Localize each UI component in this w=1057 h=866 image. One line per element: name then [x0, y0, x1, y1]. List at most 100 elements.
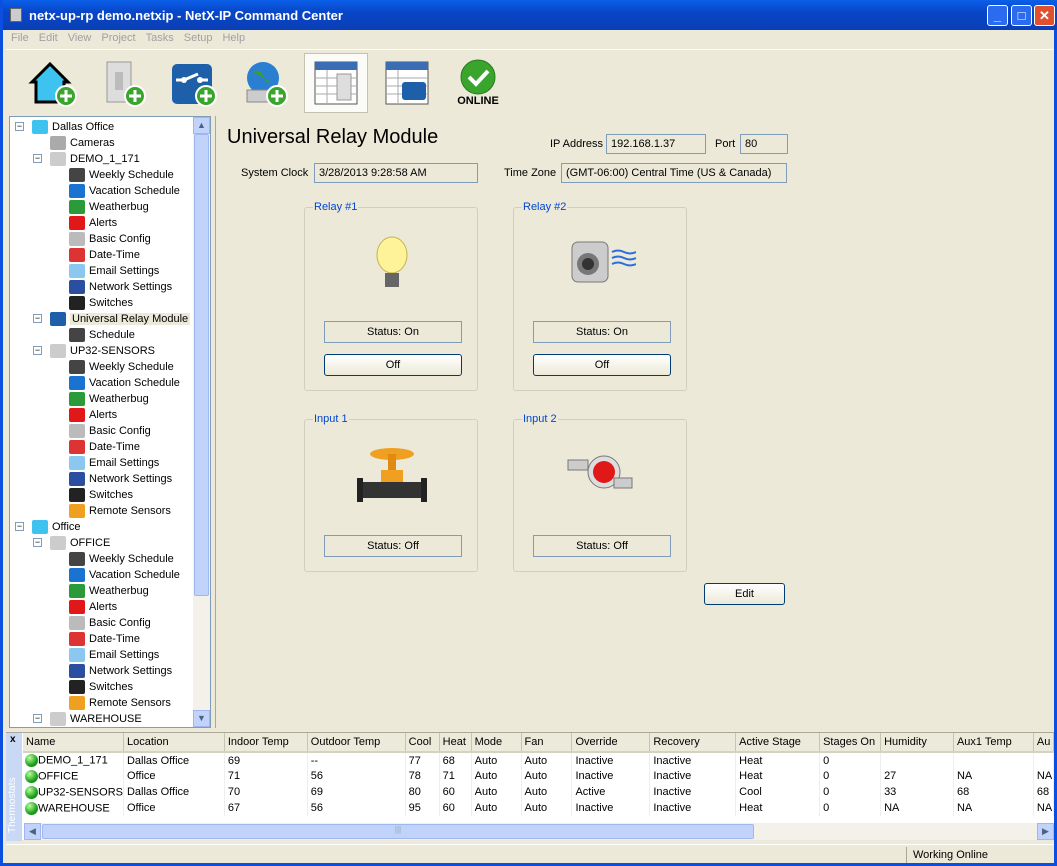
add-relay-button[interactable] [162, 53, 226, 113]
tree-item-cameras[interactable]: Cameras [50, 135, 115, 151]
tree-item-weatherbug[interactable]: Weatherbug [69, 583, 149, 599]
tree-item-weekly-schedule[interactable]: Weekly Schedule [69, 167, 174, 183]
tree-item-weekly-schedule[interactable]: Weekly Schedule [69, 551, 174, 567]
tree-item-weatherbug[interactable]: Weatherbug [69, 199, 149, 215]
switches-icon [69, 296, 85, 311]
add-network-button[interactable] [233, 53, 297, 113]
column-header-humidity[interactable]: Humidity [880, 733, 954, 753]
column-header-mode[interactable]: Mode [471, 733, 522, 753]
collapse-toggle[interactable]: − [33, 154, 42, 163]
scroll-up-button[interactable]: ▲ [193, 117, 210, 134]
tree-item-date-time[interactable]: Date-Time [69, 247, 140, 263]
collapse-toggle[interactable]: − [15, 522, 24, 531]
tree-item-vacation-schedule[interactable]: Vacation Schedule [69, 375, 180, 391]
close-button[interactable]: ✕ [1034, 5, 1055, 26]
tree-item-alerts[interactable]: Alerts [69, 407, 117, 423]
table-row[interactable]: UP32-SENSORS Dallas Office 70 69 80 60 Auto Aut… [23, 784, 1055, 800]
tree-item-vacation-schedule[interactable]: Vacation Schedule [69, 183, 180, 199]
tree-item-network-settings[interactable]: Network Settings [69, 279, 172, 295]
column-header-name[interactable]: Name [23, 733, 124, 753]
column-header-cool[interactable]: Cool [405, 733, 440, 753]
scroll-left-button[interactable]: ◀ [24, 823, 41, 840]
thermostats-side-tab[interactable]: x Thermostats [6, 733, 22, 841]
tree-item-email-settings[interactable]: Email Settings [69, 263, 159, 279]
grid-horizontal-scrollbar[interactable]: ◀ ||| ▶ [24, 823, 1054, 840]
column-header-outdoor-temp[interactable]: Outdoor Temp [307, 733, 406, 753]
column-header-fan[interactable]: Fan [521, 733, 573, 753]
column-header-indoor-temp[interactable]: Indoor Temp [224, 733, 308, 753]
tree-item-weatherbug[interactable]: Weatherbug [69, 391, 149, 407]
table-row[interactable]: OFFICE Office 71 56 78 71 Auto Auto Inactive Inac… [23, 768, 1055, 784]
tree-item-switches[interactable]: Switches [69, 295, 133, 311]
collapse-toggle[interactable]: − [15, 122, 24, 131]
relay-2-off-button[interactable]: Off [533, 354, 671, 376]
column-header-location[interactable]: Location [123, 733, 225, 753]
relay-1-off-button[interactable]: Off [324, 354, 462, 376]
column-header-recovery[interactable]: Recovery [649, 733, 737, 753]
tree-item-network-settings[interactable]: Network Settings [69, 663, 172, 679]
edit-button[interactable]: Edit [704, 583, 785, 605]
close-panel-button[interactable]: x [10, 734, 16, 745]
tree-item-dallas-office[interactable]: Dallas Office [32, 119, 114, 135]
collapse-toggle[interactable]: − [33, 314, 42, 323]
relay-view-button[interactable] [375, 53, 439, 113]
time-zone-field[interactable]: (GMT-06:00) Central Time (US & Canada) [561, 163, 787, 183]
tree-item-warehouse[interactable]: WAREHOUSE [50, 711, 142, 727]
column-header-active-stage[interactable]: Active Stage [735, 733, 821, 753]
tree-item-weekly-schedule[interactable]: Weekly Schedule [69, 359, 174, 375]
tree-item-label: Remote Sensors [89, 697, 171, 709]
tree-item-alerts[interactable]: Alerts [69, 215, 117, 231]
system-clock-field[interactable]: 3/28/2013 9:28:58 AM [314, 163, 478, 183]
tree-item-demo-1-171[interactable]: DEMO_1_171 [50, 151, 140, 167]
scroll-down-button[interactable]: ▼ [193, 710, 210, 727]
tree-scrollbar[interactable]: ▲ ▼ [193, 117, 210, 727]
tree-item-remote-sensors[interactable]: Remote Sensors [69, 695, 171, 711]
table-row[interactable]: WAREHOUSE Office 67 56 95 60 Auto Auto Inactive I… [23, 800, 1055, 816]
tree-item-alerts[interactable]: Alerts [69, 599, 117, 615]
maximize-button[interactable]: □ [1011, 5, 1032, 26]
menu-file[interactable]: File [6, 30, 34, 46]
tree-item-remote-sensors[interactable]: Remote Sensors [69, 503, 171, 519]
column-header-stages-on[interactable]: Stages On [819, 733, 882, 753]
tree-item-office[interactable]: Office [32, 519, 81, 535]
port-field[interactable]: 80 [740, 134, 788, 154]
menu-project[interactable]: Project [96, 30, 140, 46]
tree-item-network-settings[interactable]: Network Settings [69, 471, 172, 487]
menu-tasks[interactable]: Tasks [141, 30, 179, 46]
collapse-toggle[interactable]: − [33, 346, 42, 355]
tree-item-up32-sensors[interactable]: UP32-SENSORS [50, 343, 155, 359]
collapse-toggle[interactable]: − [33, 538, 42, 547]
tree-item-basic-config[interactable]: Basic Config [69, 615, 151, 631]
column-header-au[interactable]: Au [1033, 733, 1055, 753]
tree-item-basic-config[interactable]: Basic Config [69, 231, 151, 247]
add-site-button[interactable] [20, 53, 84, 113]
scroll-right-button[interactable]: ▶ [1037, 823, 1054, 840]
column-header-aux1-temp[interactable]: Aux1 Temp [953, 733, 1034, 753]
scroll-thumb[interactable] [194, 134, 209, 596]
table-row[interactable]: DEMO_1_171 Dallas Office 69 -- 77 68 Auto Auto I… [23, 752, 1055, 768]
menu-help[interactable]: Help [217, 30, 250, 46]
minimize-button[interactable]: _ [987, 5, 1008, 26]
menu-edit[interactable]: Edit [34, 30, 63, 46]
tree-item-switches[interactable]: Switches [69, 679, 133, 695]
tree-item-email-settings[interactable]: Email Settings [69, 647, 159, 663]
menu-setup[interactable]: Setup [179, 30, 218, 46]
tree-item-basic-config[interactable]: Basic Config [69, 423, 151, 439]
column-header-heat[interactable]: Heat [439, 733, 472, 753]
tree-item-office[interactable]: OFFICE [50, 535, 110, 551]
ip-address-field[interactable]: 192.168.1.37 [606, 134, 706, 154]
menu-view[interactable]: View [63, 30, 97, 46]
tree-item-vacation-schedule[interactable]: Vacation Schedule [69, 567, 180, 583]
tree-item-email-settings[interactable]: Email Settings [69, 455, 159, 471]
tree-item-schedule[interactable]: Schedule [69, 327, 135, 343]
tree-item-switches[interactable]: Switches [69, 487, 133, 503]
tree-item-date-time[interactable]: Date-Time [69, 631, 140, 647]
collapse-toggle[interactable]: − [33, 714, 42, 723]
online-button[interactable]: ONLINE [446, 53, 510, 113]
tree-item-date-time[interactable]: Date-Time [69, 439, 140, 455]
tree-item-universal-relay-module[interactable]: Universal Relay Module [50, 311, 191, 327]
scroll-thumb[interactable]: ||| [42, 824, 754, 839]
column-header-override[interactable]: Override [571, 733, 651, 753]
thermostat-view-button[interactable] [304, 53, 368, 113]
add-thermostat-button[interactable] [91, 53, 155, 113]
